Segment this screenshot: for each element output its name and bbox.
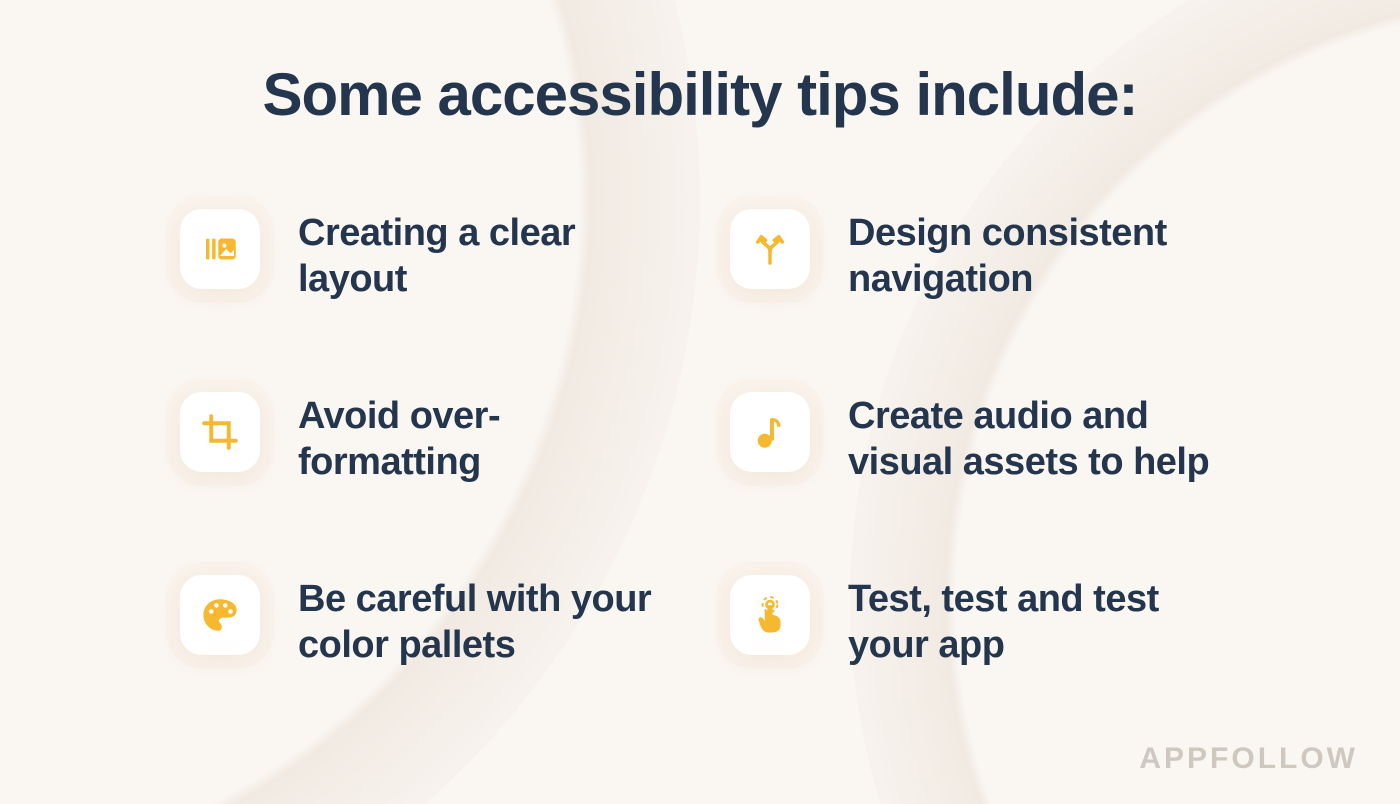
brand-watermark: APPFOLLOW xyxy=(1139,742,1358,776)
touch-icon xyxy=(730,575,810,655)
slide: Some accessibility tips include: Creatin… xyxy=(0,0,1400,804)
burst-image-icon xyxy=(180,209,260,289)
tip-label: Design consistent navigation xyxy=(848,209,1220,302)
tip-item: Avoid over-formatting xyxy=(180,392,670,485)
tip-item: Creating a clear layout xyxy=(180,209,670,302)
tip-label: Test, test and test your app xyxy=(848,575,1220,668)
tip-label: Create audio and visual assets to help xyxy=(848,392,1220,485)
tip-item: Create audio and visual assets to help xyxy=(730,392,1220,485)
palette-icon xyxy=(180,575,260,655)
tip-item: Be careful with your color pallets xyxy=(180,575,670,668)
music-note-icon xyxy=(730,392,810,472)
split-arrows-icon xyxy=(730,209,810,289)
crop-icon xyxy=(180,392,260,472)
tip-label: Creating a clear layout xyxy=(298,209,670,302)
tip-item: Test, test and test your app xyxy=(730,575,1220,668)
tip-item: Design consistent navigation xyxy=(730,209,1220,302)
tips-grid: Creating a clear layout Design consisten… xyxy=(90,209,1310,669)
tip-label: Avoid over-formatting xyxy=(298,392,670,485)
tip-label: Be careful with your color pallets xyxy=(298,575,670,668)
slide-title: Some accessibility tips include: xyxy=(90,60,1310,129)
